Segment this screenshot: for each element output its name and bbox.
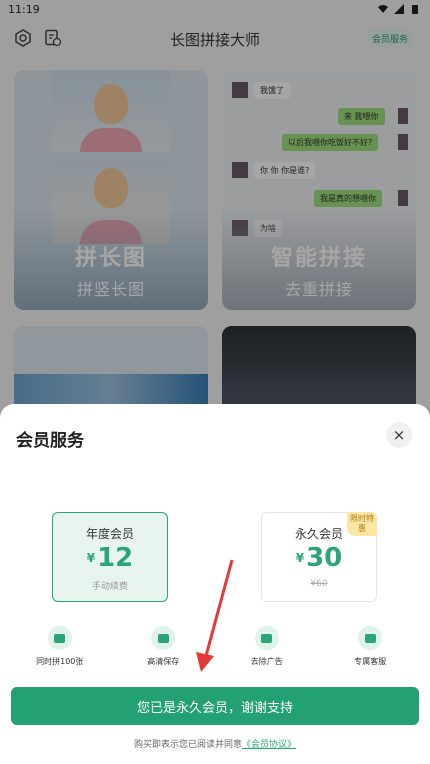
currency-symbol: ¥ [86, 551, 96, 565]
price-value: 12 [97, 543, 134, 573]
customer-service-icon [358, 626, 383, 650]
agreement-prefix: 购买即表示您已阅读并同意 [133, 740, 242, 750]
plan-lifetime[interactable]: 限时特惠 永久会员 ¥30 ¥60 [261, 512, 377, 602]
original-price: ¥60 [310, 579, 328, 589]
feature-label: 同时拼100张 [36, 657, 84, 666]
feature-item: 同时拼100张 [12, 626, 108, 667]
plan-name: 年度会员 [85, 527, 134, 541]
app-screen: 11:19 长图拼接大师 会员服务 拼长图 拼竖长图 我饿了 来 我喂你 以后我… [0, 0, 430, 764]
no-ads-icon [254, 626, 279, 650]
close-icon: × [392, 426, 406, 444]
agreement-text: 购买即表示您已阅读并同意《会员协议》 [0, 737, 430, 750]
currency-symbol: ¥ [295, 551, 305, 565]
annotation-arrow-icon [196, 559, 234, 672]
close-button[interactable]: × [386, 422, 412, 448]
plan-name: 永久会员 [294, 527, 343, 541]
plan-price: ¥12 [53, 543, 167, 573]
agreement-link[interactable]: 《会员协议》 [242, 740, 296, 750]
plan-note: 手动续费 [91, 582, 128, 592]
hd-icon [151, 626, 176, 650]
member-status-button[interactable]: 您已是永久会员，谢谢支持 [11, 687, 419, 725]
multi-image-icon [47, 626, 72, 650]
feature-label: 专属客服 [354, 657, 387, 666]
price-value: 30 [306, 543, 343, 573]
sheet-title: 会员服务 [16, 431, 84, 451]
plan-price: ¥30 [262, 543, 376, 573]
feature-item: 专属客服 [322, 626, 418, 667]
plan-annual[interactable]: 年度会员 ¥12 手动续费 [52, 512, 168, 602]
